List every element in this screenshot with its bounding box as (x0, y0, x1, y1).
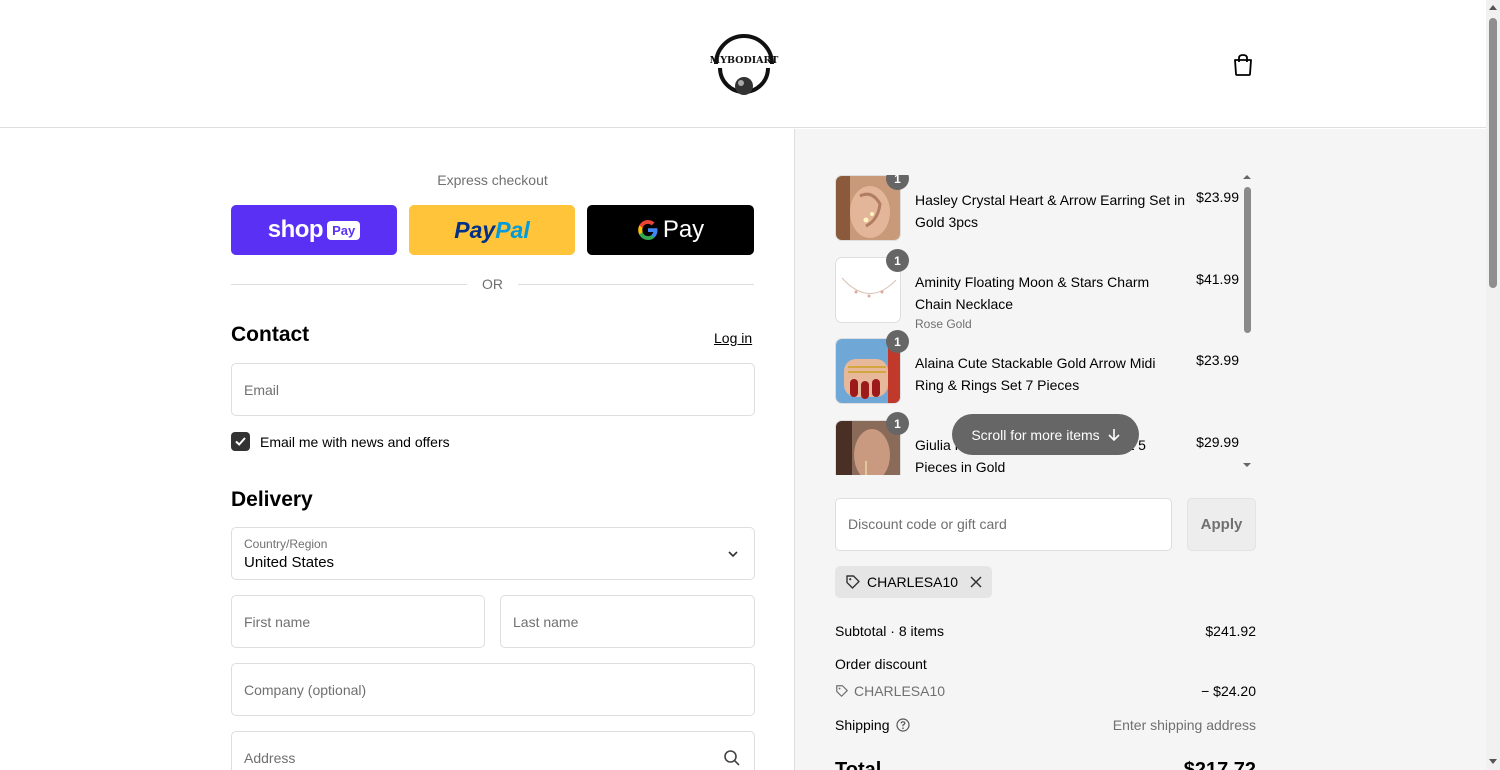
brand-logo[interactable]: MYBODIART (706, 28, 782, 104)
google-pay-text: Pay (662, 216, 705, 243)
discount-placeholder: Discount code or gift card (848, 516, 1007, 532)
remove-discount-close-icon[interactable] (970, 576, 982, 588)
subtotal-label: Subtotal · 8 items (835, 623, 944, 639)
news-offers-label: Email me with news and offers (260, 433, 450, 450)
shipping-label: Shipping (835, 717, 890, 733)
check-icon (235, 437, 246, 446)
item-variant: Rose Gold (915, 317, 972, 331)
scroll-up-arrow-icon[interactable] (1489, 4, 1497, 11)
summary-discount-code: CHARLESA10 (854, 683, 946, 699)
email-placeholder: Email (244, 381, 280, 398)
scroll-more-items-button[interactable]: Scroll for more items (952, 414, 1139, 455)
item-quantity-badge: 1 (886, 249, 909, 272)
item-quantity-badge: 1 (886, 412, 909, 435)
item-price: $23.99 (1196, 189, 1239, 205)
discount-code-row: CHARLESA10 − $24.20 (835, 683, 1256, 701)
scroll-hint-text: Scroll for more items (971, 426, 1100, 443)
google-pay-button[interactable]: Pay (587, 205, 754, 255)
arrow-down-icon (1108, 428, 1120, 441)
item-name: Hasley Crystal Heart & Arrow Earring Set… (915, 192, 1185, 230)
help-circle-icon[interactable] (895, 718, 910, 732)
country-label: Country/Region (244, 537, 328, 551)
cart-items-scrollbar[interactable] (1242, 175, 1252, 475)
company-placeholder: Company (optional) (244, 681, 367, 698)
checkout-form-column: Express checkout shop Pay Pay Pal Pay OR … (0, 129, 795, 770)
page-scrollbar[interactable] (1486, 0, 1500, 770)
scroll-up-arrow-icon[interactable] (1242, 173, 1252, 181)
country-select[interactable]: Country/Region United States (231, 527, 755, 580)
login-link[interactable]: Log in (714, 330, 752, 346)
tag-icon (846, 575, 860, 589)
last-name-field[interactable]: Last name (500, 595, 755, 648)
first-name-placeholder: First name (244, 613, 311, 630)
apply-discount-button[interactable]: Apply (1187, 498, 1256, 551)
chevron-down-icon (728, 551, 738, 558)
paypal-wordmark-pal: Pal (495, 216, 530, 243)
discount-value: − $24.20 (1201, 683, 1256, 699)
item-price: $29.99 (1196, 434, 1239, 450)
or-text: OR (482, 276, 503, 292)
address-field[interactable]: Address (231, 731, 755, 770)
email-field[interactable]: Email (231, 363, 755, 416)
address-placeholder: Address (244, 749, 296, 766)
tag-icon (836, 685, 848, 697)
shipping-label-group: Shipping (835, 717, 910, 733)
item-price: $23.99 (1196, 352, 1239, 368)
shop-pay-button[interactable]: shop Pay (231, 205, 397, 255)
subtotal-row: Subtotal · 8 items $241.92 (835, 623, 1256, 639)
scroll-down-arrow-icon[interactable] (1489, 758, 1497, 765)
shipping-value: Enter shipping address (1112, 717, 1256, 733)
scroll-down-arrow-icon[interactable] (1242, 461, 1252, 469)
first-name-field[interactable]: First name (231, 595, 485, 648)
contact-title: Contact (231, 323, 310, 346)
shop-pay-wordmark: shop (267, 216, 324, 243)
svg-text:MYBODIART: MYBODIART (710, 55, 779, 66)
express-checkout-title: Express checkout (437, 172, 548, 188)
last-name-placeholder: Last name (513, 613, 579, 630)
total-value: $217.72 (1183, 759, 1256, 770)
company-field[interactable]: Company (optional) (231, 663, 755, 716)
news-offers-checkbox[interactable] (231, 432, 250, 451)
or-divider: OR (231, 275, 754, 293)
shipping-row: Shipping Enter shipping address (835, 717, 1256, 733)
paypal-wordmark-pay: Pay (454, 216, 496, 243)
page-scroll-thumb[interactable] (1489, 18, 1497, 288)
order-discount-label: Order discount (835, 656, 927, 672)
google-g-icon (638, 220, 658, 240)
search-icon[interactable] (723, 749, 741, 767)
country-value: United States (244, 554, 335, 571)
applied-discount-code: CHARLESA10 (867, 574, 959, 590)
applied-discount-tag: CHARLESA10 (835, 566, 993, 598)
site-header: MYBODIART (0, 0, 1486, 128)
delivery-title: Delivery (231, 488, 313, 511)
subtotal-value: $241.92 (1205, 623, 1256, 639)
news-offers-checkbox-row[interactable]: Email me with news and offers (231, 432, 450, 451)
total-label: Total (835, 759, 882, 770)
item-name: Aminity Floating Moon & Stars Charm Chai… (915, 274, 1150, 312)
item-name: Alaina Cute Stackable Gold Arrow Midi Ri… (915, 355, 1156, 393)
cart-bag-icon[interactable] (1228, 50, 1258, 80)
total-row: Total $217.72 (835, 759, 1256, 770)
order-summary-column: 1 Hasley Crystal Heart & Arrow Earring S… (795, 129, 1486, 770)
paypal-button[interactable]: Pay Pal (409, 205, 575, 255)
discount-code-input[interactable]: Discount code or gift card (835, 498, 1172, 551)
item-quantity-badge: 1 (886, 330, 909, 353)
order-discount-row: Order discount (835, 656, 1256, 672)
discount-code-line: CHARLESA10 (835, 683, 945, 699)
shop-pay-badge: Pay (327, 220, 361, 240)
item-price: $41.99 (1196, 271, 1239, 287)
cart-items-scroll-thumb[interactable] (1244, 187, 1251, 333)
